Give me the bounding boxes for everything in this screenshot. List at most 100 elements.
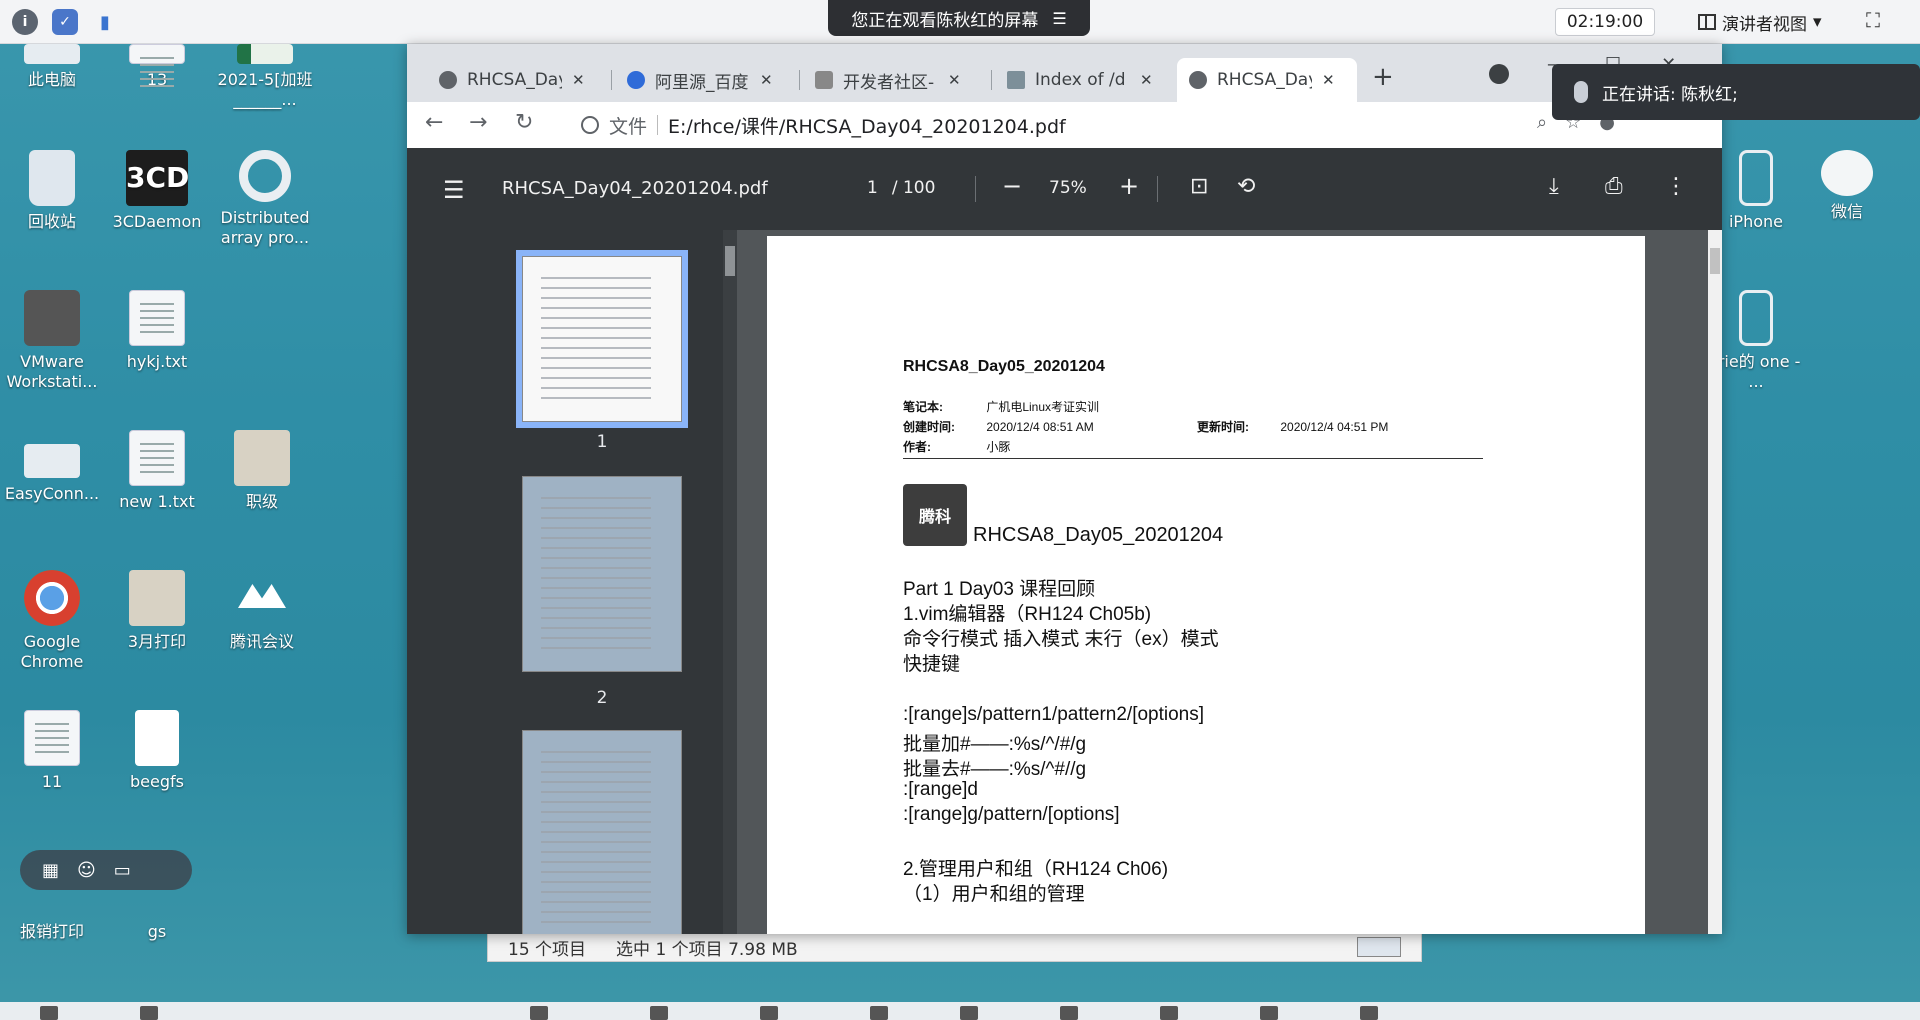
desktop-icon-new1[interactable]: new 1.txt <box>107 430 207 512</box>
desktop-icon-distributed[interactable]: Distributed array pro... <box>212 150 318 248</box>
desktop-icon-13[interactable]: 13 <box>107 44 207 90</box>
desktop-icon-this-pc[interactable]: 此电脑 <box>2 44 102 90</box>
taskbar-app-icon[interactable] <box>1360 1006 1378 1020</box>
desktop-icon-beegfs[interactable]: beegfs <box>107 710 207 792</box>
tab-dev-community[interactable]: 开发者社区- ✕ <box>803 58 987 102</box>
taskbar-app-icon[interactable] <box>140 1006 158 1020</box>
back-icon[interactable]: ← <box>425 110 443 135</box>
close-icon[interactable]: ✕ <box>948 71 961 89</box>
info-icon[interactable] <box>581 116 599 134</box>
more-options-icon[interactable]: ⋮ <box>1665 174 1687 199</box>
desktop-icon-vmware[interactable]: VMware Workstati... <box>2 290 102 392</box>
thumbnail-page-2[interactable] <box>522 476 682 672</box>
menu-icon[interactable]: ☰ <box>1052 9 1066 28</box>
reload-icon[interactable]: ↻ <box>515 110 533 135</box>
close-icon[interactable]: ✕ <box>572 71 585 89</box>
chevron-down-icon: ▾ <box>1813 12 1822 32</box>
page-scroll-thumb[interactable] <box>1710 248 1720 274</box>
page-scrollbar[interactable] <box>1708 230 1722 934</box>
thumbnail-preview <box>541 277 651 401</box>
3cd-icon: 3CD <box>126 150 189 206</box>
view-mode-dropdown[interactable]: 演讲者视图 ▾ <box>1688 8 1832 36</box>
fit-page-icon[interactable]: ⊡ <box>1190 174 1208 199</box>
sidebar-scrollbar[interactable] <box>723 230 737 934</box>
desktop-icon-label: 微信 <box>1830 202 1863 221</box>
print-icon[interactable]: ⎙ <box>1605 174 1623 199</box>
grid-icon[interactable]: ▦ <box>42 860 59 881</box>
close-icon[interactable]: ✕ <box>760 71 773 89</box>
desktop-icon-march-print[interactable]: 3月打印 <box>107 570 207 652</box>
menu-icon[interactable]: ☰ <box>443 176 465 204</box>
zoom-level[interactable]: 75% <box>1049 178 1087 198</box>
desktop-icon-excel[interactable]: 2021-5[加班______... <box>210 44 320 110</box>
body-line: :[range]d <box>903 779 978 800</box>
taskbar-app-icon[interactable] <box>760 1006 778 1020</box>
current-page-input[interactable]: 1 <box>867 178 878 198</box>
close-icon[interactable]: ✕ <box>1322 71 1335 89</box>
address-url: E:/rhce/课件/RHCSA_Day04_20201204.pdf <box>668 115 1066 138</box>
download-icon[interactable]: ⤓ <box>1549 174 1559 199</box>
close-icon[interactable]: ✕ <box>1140 71 1153 89</box>
desktop-icon-recycle-bin[interactable]: 回收站 <box>2 150 102 232</box>
text-file-icon <box>129 430 185 486</box>
toolbar-divider <box>975 176 976 202</box>
meta-label: 创建时间: <box>903 420 955 434</box>
chat-icon[interactable]: ▭ <box>114 860 131 881</box>
desktop-icon-11[interactable]: 11 <box>2 710 102 792</box>
emoji-icon[interactable]: ☺ <box>77 860 96 881</box>
tab-rhcsa-1[interactable]: RHCSA_Day ✕ <box>427 58 607 102</box>
view-toggle-icon[interactable] <box>1357 937 1401 957</box>
body-line: 批量去#——:%s/^#//g <box>903 759 1087 780</box>
desktop-icon-tencent-meeting[interactable]: 腾讯会议 <box>212 570 312 652</box>
desktop-icon-3cdaemon[interactable]: 3CD 3CDaemon <box>107 150 207 232</box>
zoom-in-button[interactable]: + <box>1119 172 1139 200</box>
blank-file-icon <box>135 710 179 766</box>
fullscreen-icon[interactable]: ⛶ <box>1866 8 1880 32</box>
taskbar-app-icon[interactable] <box>870 1006 888 1020</box>
meta-value: 小豚 <box>986 440 1011 454</box>
tab-rhcsa-active[interactable]: RHCSA_Day ✕ <box>1177 58 1357 102</box>
tab-search-icon[interactable] <box>1489 64 1509 84</box>
desktop-icon-wechat[interactable]: 微信 <box>1797 150 1897 222</box>
thumbnail-page-3[interactable] <box>522 730 682 934</box>
zoom-icon[interactable]: ⌕ <box>1537 112 1547 133</box>
computer-icon <box>24 44 80 64</box>
signal-icon[interactable]: ▮ <box>92 9 118 35</box>
meta-label: 笔记本: <box>903 400 943 414</box>
taskbar-app-icon[interactable] <box>1260 1006 1278 1020</box>
desktop-icon-label: VMware Workstati... <box>6 352 98 391</box>
taskbar-app-icon[interactable] <box>650 1006 668 1020</box>
tab-index-of[interactable]: Index of /d ✕ <box>995 58 1175 102</box>
tab-title: RHCSA_Day <box>1217 70 1312 90</box>
pdf-toolbar: ☰ RHCSA_Day04_20201204.pdf 1 / 100 − 75%… <box>407 148 1722 230</box>
tab-aliyun[interactable]: 阿里源_百度 ✕ <box>615 58 795 102</box>
desktop-icon-hykj[interactable]: hykj.txt <box>107 290 207 372</box>
address-bar[interactable]: 文件 E:/rhce/课件/RHCSA_Day04_20201204.pdf <box>567 108 1577 142</box>
shield-icon[interactable]: ✓ <box>52 9 78 35</box>
new-tab-button[interactable]: + <box>1372 62 1394 92</box>
forward-icon[interactable]: → <box>469 110 487 135</box>
meta-notebook: 笔记本: 广机电Linux考证实训 <box>903 398 1099 415</box>
taskbar-app-icon[interactable] <box>960 1006 978 1020</box>
desktop-icon-label: hykj.txt <box>126 352 188 371</box>
floating-meeting-toolbar[interactable]: ▦ ☺ ▭ <box>20 850 192 890</box>
desktop-icon-chrome[interactable]: Google Chrome <box>2 570 102 672</box>
desktop-icon-label: new 1.txt <box>119 492 195 511</box>
rotate-icon[interactable]: ⟲ <box>1237 174 1255 199</box>
desktop-icon-label: 回收站 <box>27 212 76 231</box>
taskbar-app-icon[interactable] <box>1060 1006 1078 1020</box>
info-icon[interactable]: i <box>12 9 38 35</box>
sidebar-scroll-thumb[interactable] <box>725 246 735 276</box>
screen-share-banner[interactable]: 您正在观看陈秋红的屏幕 ☰ <box>828 0 1090 36</box>
taskbar-app-icon[interactable] <box>530 1006 548 1020</box>
recycle-bin-icon <box>29 150 75 206</box>
taskbar-app-icon[interactable] <box>1160 1006 1178 1020</box>
taskbar-app-icon[interactable] <box>40 1006 58 1020</box>
desktop-icon-easyconnect[interactable]: EasyConn... <box>2 430 102 504</box>
desktop-icon-zhiji[interactable]: 职级 <box>212 430 312 512</box>
tencent-meeting-icon <box>234 570 290 626</box>
thumbnail-page-1[interactable] <box>516 250 688 428</box>
view-mode-label: 演讲者视图 <box>1722 14 1807 35</box>
thumbnail-preview <box>541 751 651 929</box>
zoom-out-button[interactable]: − <box>1002 172 1022 200</box>
